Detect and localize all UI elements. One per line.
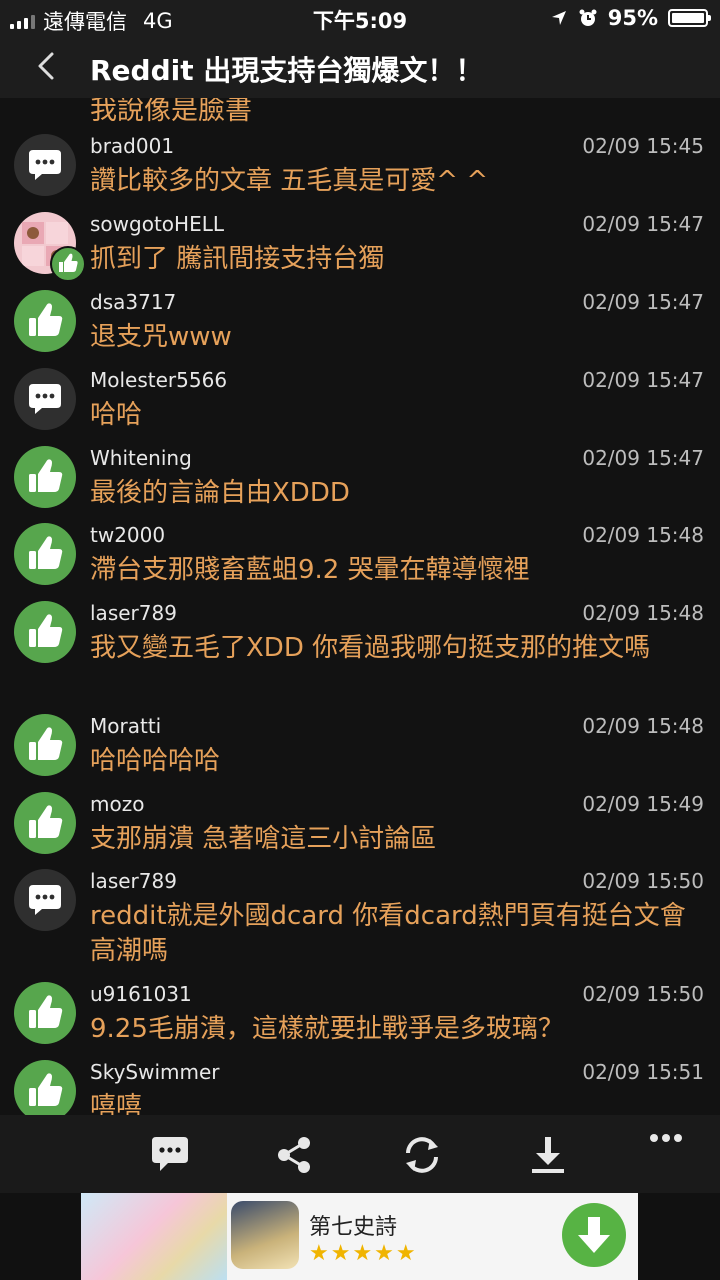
ad-download-button[interactable] (562, 1203, 626, 1267)
arrow-down-icon (578, 1217, 610, 1253)
status-bar: 遠傳電信 4G 下午5:09 95% (0, 0, 720, 36)
speech-bubble-icon (29, 885, 61, 915)
comment-avatar[interactable] (14, 368, 76, 430)
comment-text-partial: 我說像是臉書 (90, 98, 252, 126)
comment-text: 讚比較多的文章 五毛真是可愛^ ^ (90, 166, 489, 196)
comment-username[interactable]: tw2000 (90, 523, 165, 547)
comment-username[interactable]: sowgotoHELL (90, 212, 224, 236)
nav-bar: Reddit 出現支持台獨爆文！！ (0, 36, 720, 98)
location-arrow-icon (551, 11, 566, 25)
comment-text: 我又變五毛了XDD 你看過我哪句挺支那的推文嗎 (90, 633, 651, 663)
share-icon[interactable] (272, 1133, 316, 1177)
thumbs-up-icon (29, 303, 63, 336)
battery-icon (668, 9, 711, 27)
rating-stars: ★★★★★ (309, 1241, 418, 1266)
download-icon[interactable] (526, 1133, 570, 1177)
comment-username[interactable]: Whitening (90, 446, 192, 470)
bottom-toolbar (0, 1115, 720, 1193)
comment-text: 抓到了 騰訊間接支持台獨 (90, 244, 385, 274)
more-icon[interactable] (644, 1123, 688, 1167)
thumbs-up-icon (29, 614, 63, 647)
comment-text: 退支咒www (90, 322, 232, 352)
comment-timestamp: 02/09 15:47 (582, 368, 704, 392)
comment-icon[interactable] (148, 1133, 192, 1177)
thumbs-up-icon (29, 805, 63, 838)
thumbs-up-icon (29, 459, 63, 492)
thumbs-up-icon (59, 253, 78, 272)
comment-username[interactable]: mozo (90, 792, 144, 816)
comment-timestamp: 02/09 15:47 (582, 212, 704, 236)
comment-avatar[interactable] (14, 869, 76, 931)
comment-username[interactable]: dsa3717 (90, 290, 176, 314)
comment-timestamp: 02/09 15:49 (582, 792, 704, 816)
comment-username[interactable]: Molester5566 (90, 368, 227, 392)
ad-banner[interactable]: 第七史詩 ★★★★★ (0, 1193, 720, 1280)
comment-username[interactable]: laser789 (90, 869, 177, 893)
comment-text: 哈哈哈哈哈 (90, 746, 221, 776)
comment-timestamp: 02/09 15:48 (582, 714, 704, 738)
comment-username[interactable]: laser789 (90, 601, 177, 625)
comment-username[interactable]: SkySwimmer (90, 1060, 220, 1084)
thumbs-up-icon (29, 995, 63, 1028)
comment-timestamp: 02/09 15:50 (582, 869, 704, 893)
thumbs-up-icon (29, 1073, 63, 1106)
status-right: 95% (550, 6, 711, 30)
comment-text: 9.25毛崩潰，這樣就要扯戰爭是多玻璃？ (90, 1014, 564, 1044)
speech-bubble-icon (29, 150, 61, 180)
ad-app-name: 第七史詩 (309, 1215, 398, 1240)
comment-timestamp: 02/09 15:47 (582, 446, 704, 470)
comment-username[interactable]: Moratti (90, 714, 161, 738)
comment-timestamp: 02/09 15:48 (582, 601, 704, 625)
refresh-icon[interactable] (400, 1133, 444, 1177)
comment-timestamp: 02/09 15:48 (582, 523, 704, 547)
alarm-clock-icon (579, 9, 597, 26)
like-avatar[interactable] (14, 1060, 76, 1115)
app-icon (231, 1201, 299, 1269)
thumbs-up-icon (29, 727, 63, 760)
comment-timestamp: 02/09 15:47 (582, 290, 704, 314)
comment-timestamp: 02/09 15:51 (582, 1060, 704, 1084)
comment-list[interactable]: 我說像是臉書 brad001 02/09 15:45 讚比較多的文章 五毛真是可愛^… (0, 98, 720, 1115)
like-avatar[interactable] (14, 601, 76, 663)
like-avatar[interactable] (14, 446, 76, 508)
page-title: Reddit 出現支持台獨爆文！！ (90, 54, 484, 87)
comment-text: 滯台支那賤畜藍蛆9.2 哭暈在韓導懷裡 (90, 555, 530, 585)
comment-timestamp: 02/09 15:50 (582, 982, 704, 1006)
battery-percent: 95% (607, 6, 658, 30)
like-avatar[interactable] (14, 792, 76, 854)
comment-text: 支那崩潰 急著嗆這三小討論區 (90, 824, 437, 854)
like-badge (50, 246, 86, 282)
comment-avatar[interactable] (14, 134, 76, 196)
comment-timestamp: 02/09 15:45 (582, 134, 704, 158)
like-avatar[interactable] (14, 290, 76, 352)
like-avatar[interactable] (14, 714, 76, 776)
speech-bubble-icon (29, 384, 61, 414)
like-avatar[interactable] (14, 982, 76, 1044)
chevron-left-icon[interactable] (30, 48, 66, 84)
comment-username[interactable]: brad001 (90, 134, 174, 158)
ad-artwork (81, 1193, 227, 1280)
comment-text: reddit就是外國dcard 你看dcard熱門頁有挺台文會高潮嗎 (90, 901, 686, 966)
comment-text: 最後的言論自由XDDD (90, 478, 350, 508)
ad-box[interactable]: 第七史詩 ★★★★★ (81, 1193, 638, 1280)
comment-text: 哈哈 (90, 400, 143, 430)
like-avatar[interactable] (14, 523, 76, 585)
thumbs-up-icon (29, 536, 63, 569)
comment-text: 嘻嘻 (90, 1092, 143, 1115)
comment-username[interactable]: u9161031 (90, 982, 192, 1006)
